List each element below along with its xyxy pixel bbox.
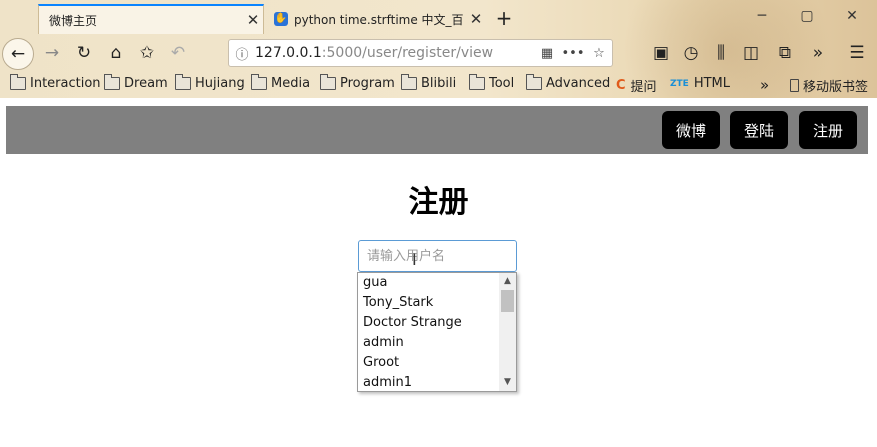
qr-code-icon[interactable]: ▦ [534, 46, 560, 61]
csdn-c-icon: C [616, 78, 626, 93]
text-cursor-icon: I [412, 250, 417, 269]
bookmark-folder[interactable]: Media [251, 74, 311, 91]
overflow-chevron-icon[interactable]: » [805, 40, 831, 66]
autocomplete-dropdown[interactable]: gua Tony_Stark Doctor Strange admin Groo… [357, 272, 517, 392]
tab-title: 微博主页 [49, 13, 98, 28]
undo-icon[interactable]: ↶ [165, 40, 191, 66]
sidebar-icon[interactable]: ◫ [738, 40, 764, 66]
folder-icon [175, 74, 191, 90]
folder-icon [104, 74, 120, 90]
browser-chrome: 微博主页 ✕ ✋ python time.strftime 中文_百 ✕ + ─… [0, 0, 877, 98]
site-navbar: 微博 登陆 注册 [6, 106, 868, 154]
bookmark-folder[interactable]: Advanced [526, 74, 611, 91]
bookmark-label: Dream [124, 76, 168, 91]
bookmark-folder[interactable]: Dream [104, 74, 168, 91]
bookmark-label: Media [271, 76, 311, 91]
folder-icon [10, 74, 26, 90]
weibo-nav-button[interactable]: 微博 [662, 111, 721, 149]
tab-bar: 微博主页 ✕ ✋ python time.strftime 中文_百 ✕ + ─… [0, 0, 877, 34]
library-icon[interactable]: ⫼ [708, 40, 734, 66]
bookmark-label: Blibili [421, 76, 457, 91]
bookmark-folder[interactable]: Program [320, 74, 395, 91]
minimize-icon[interactable]: ─ [752, 8, 772, 24]
scroll-down-arrow-icon[interactable]: ▼ [499, 374, 516, 391]
mobile-icon [790, 79, 799, 92]
bookmark-link[interactable]: C 提问 [616, 76, 657, 95]
zte-prefix: ZTE [670, 78, 689, 89]
bookmark-label: Hujiang [195, 76, 245, 91]
bookmark-label: 移动版书签 [803, 80, 869, 95]
folder-icon [401, 74, 417, 90]
screenshot-icon[interactable]: ⧉ [772, 40, 798, 66]
bookmark-label: Program [340, 76, 395, 91]
bookmarks-toolbar: Interaction Dream Hujiang Media Program … [0, 72, 877, 98]
folder-icon [251, 74, 267, 90]
history-clock-icon[interactable]: ◷ [678, 40, 704, 66]
url-path: :5000/user/register/view [321, 45, 494, 61]
baidu-favicon-icon: ✋ [274, 12, 288, 26]
bookmark-label: Tool [489, 76, 515, 91]
register-nav-button[interactable]: 注册 [799, 111, 858, 149]
page-title: 注册 [408, 185, 469, 220]
folder-icon [469, 74, 485, 90]
bookmark-folder[interactable]: Blibili [401, 74, 457, 91]
autocomplete-item[interactable]: Doctor Strange [358, 313, 499, 333]
bookmark-label: 提问 [630, 80, 657, 95]
folder-icon [526, 74, 542, 90]
bookmarks-overflow-icon[interactable]: » [760, 76, 769, 94]
bookmark-folder[interactable]: Interaction [10, 74, 101, 91]
mobile-bookmarks[interactable]: 移动版书签 [790, 76, 868, 95]
forward-arrow-icon[interactable]: → [39, 40, 65, 66]
login-nav-button[interactable]: 登陆 [730, 111, 789, 149]
autocomplete-item[interactable]: gua [358, 273, 499, 293]
bookmark-label: Advanced [546, 76, 611, 91]
reader-icon[interactable]: ▣ [648, 40, 674, 66]
username-input[interactable] [358, 240, 517, 272]
bookmark-folder[interactable]: Tool [469, 74, 515, 91]
autocomplete-item[interactable]: admin1 [358, 373, 499, 393]
scrollbar-thumb[interactable] [501, 290, 514, 312]
url-text[interactable]: 127.0.0.1:5000/user/register/view [255, 45, 534, 61]
autocomplete-list: gua Tony_Stark Doctor Strange admin Groo… [358, 273, 499, 393]
maximize-icon[interactable]: ▢ [797, 8, 817, 24]
reload-icon[interactable]: ↻ [71, 40, 97, 66]
address-bar[interactable]: ⓘ 127.0.0.1:5000/user/register/view ▦ ••… [228, 39, 613, 67]
scroll-up-arrow-icon[interactable]: ▲ [499, 273, 516, 290]
back-arrow-icon[interactable]: ← [2, 38, 34, 70]
library-star-icon[interactable]: ✩ [134, 40, 160, 66]
tab-title: python time.strftime 中文_百 [294, 12, 464, 27]
bookmark-star-icon[interactable]: ☆ [586, 46, 612, 61]
url-host: 127.0.0.1 [255, 45, 322, 61]
close-tab-icon[interactable]: ✕ [243, 11, 263, 29]
bookmark-link[interactable]: ZTE HTML [670, 76, 730, 91]
autocomplete-item[interactable]: Groot [358, 353, 499, 373]
close-tab-icon[interactable]: ✕ [466, 10, 486, 28]
folder-icon [320, 74, 336, 90]
menu-hamburger-icon[interactable]: ☰ [844, 40, 870, 66]
home-icon[interactable]: ⌂ [103, 40, 129, 66]
bookmark-label: Interaction [30, 76, 101, 91]
page-actions-icon[interactable]: ••• [560, 46, 586, 61]
window-close-icon[interactable]: ✕ [842, 8, 862, 24]
autocomplete-scrollbar[interactable]: ▲ ▼ [499, 273, 516, 391]
autocomplete-item[interactable]: Tony_Stark [358, 293, 499, 313]
tab-weibo-home[interactable]: 微博主页 ✕ [38, 4, 264, 34]
bookmark-folder[interactable]: Hujiang [175, 74, 245, 91]
navigation-toolbar: ← → ↻ ⌂ ✩ ↶ ⓘ 127.0.0.1:5000/user/regist… [0, 34, 877, 72]
new-tab-icon[interactable]: + [494, 6, 514, 30]
autocomplete-item[interactable]: admin [358, 333, 499, 353]
tab-python-strftime[interactable]: ✋ python time.strftime 中文_百 ✕ [266, 4, 486, 34]
site-info-icon[interactable]: ⓘ [229, 44, 255, 63]
bookmark-label: HTML [693, 76, 731, 91]
